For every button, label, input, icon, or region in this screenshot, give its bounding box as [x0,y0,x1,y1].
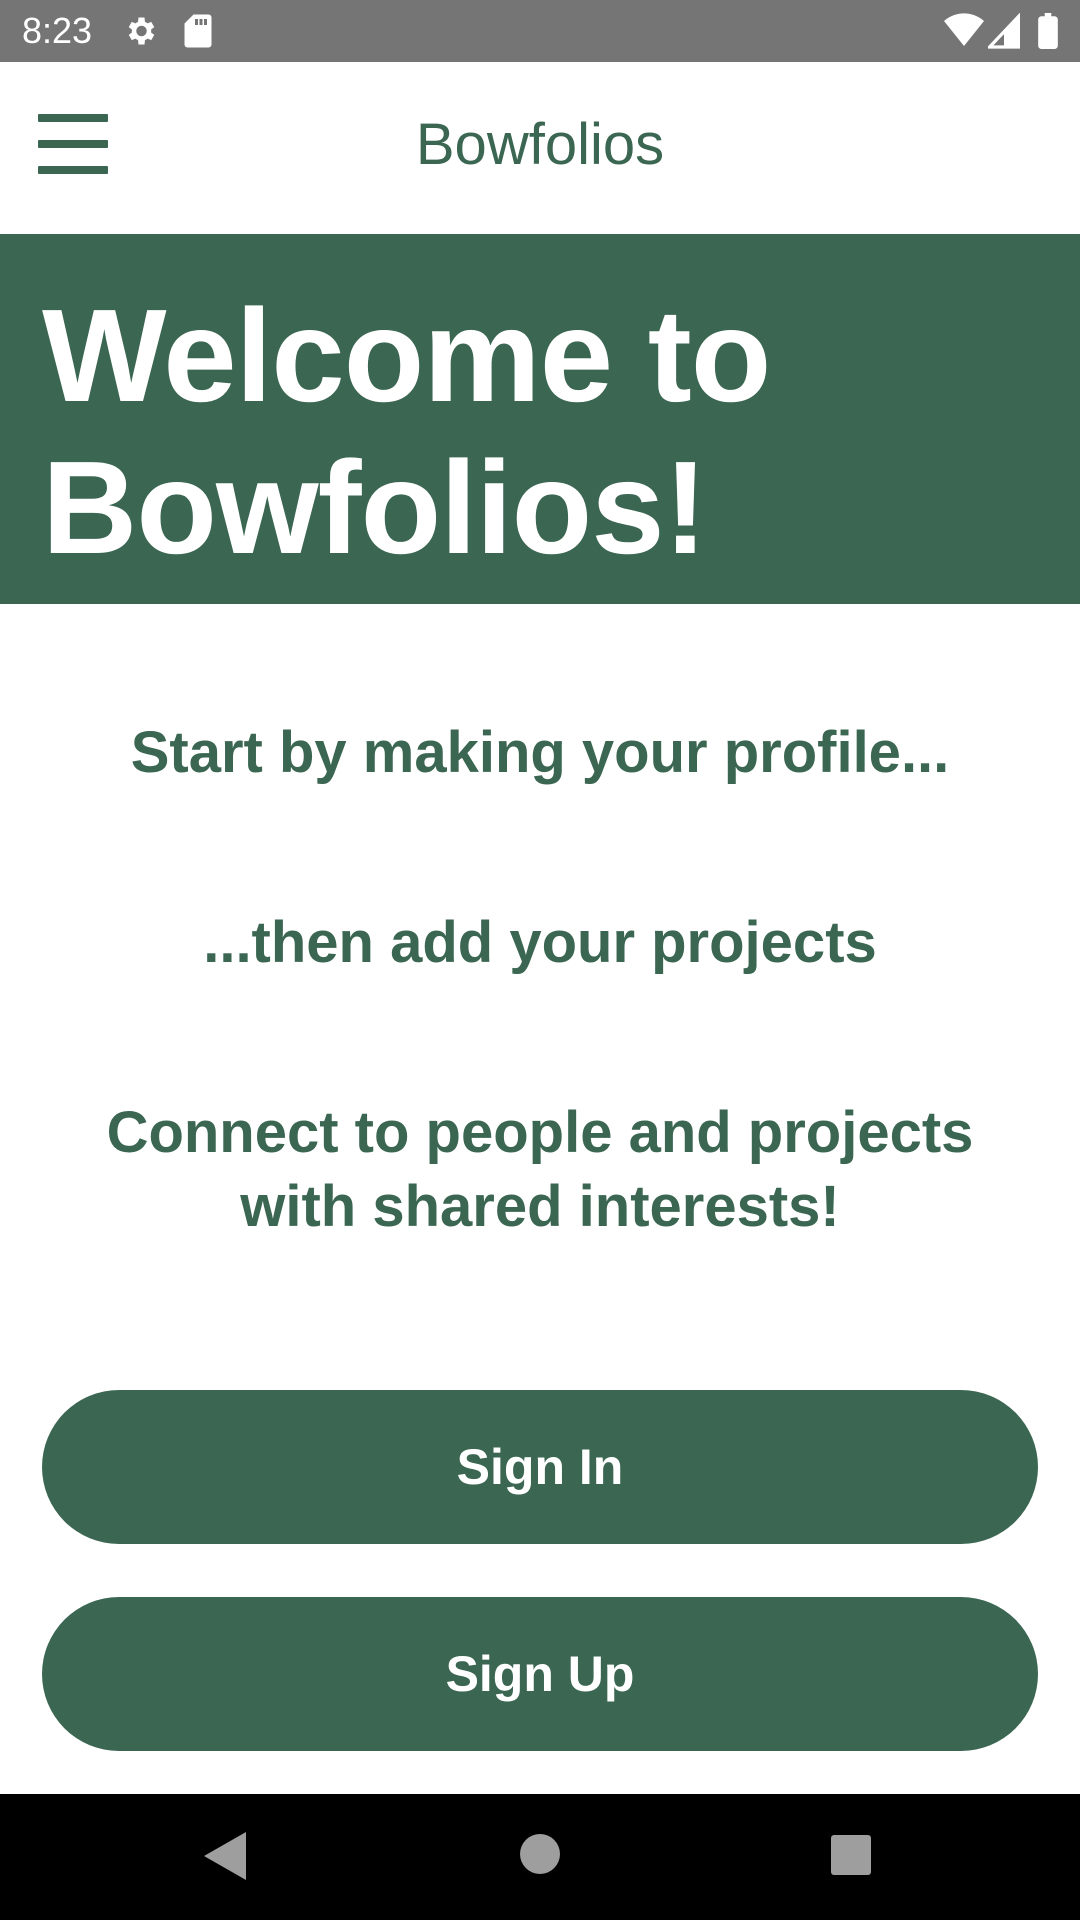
battery-icon [1038,13,1058,54]
tagline-projects: ...then add your projects [203,910,877,975]
sd-card-icon [182,13,214,54]
app-bar: Bowfolios [0,62,1080,234]
signal-icon [985,12,1020,54]
tagline-connect-line2: with shared interests! [240,1174,840,1239]
recents-icon[interactable] [830,1834,872,1881]
tagline-connect: Connect to people and projects with shar… [0,1096,1080,1244]
home-icon[interactable] [518,1832,562,1881]
welcome-heading: Welcome to Bowfolios! [42,280,1042,584]
wifi-icon [944,13,984,54]
tagline-connect-line1: Connect to people and projects [106,1100,974,1165]
welcome-heading-line2: Bowfolios! [42,434,708,581]
tagline-profile: Start by making your profile... [130,720,950,785]
app-title: Bowfolios [415,112,665,177]
system-nav-bar [0,1794,1080,1920]
welcome-banner: Welcome to Bowfolios! [0,234,1080,604]
status-bar: 8:23 [0,0,1080,62]
sign-up-button[interactable]: Sign Up [42,1597,1038,1751]
back-icon[interactable] [200,1830,248,1887]
sign-in-button[interactable]: Sign In [42,1390,1038,1544]
status-time: 8:23 [22,10,93,51]
settings-icon [122,13,158,54]
welcome-heading-line1: Welcome to [42,282,771,429]
